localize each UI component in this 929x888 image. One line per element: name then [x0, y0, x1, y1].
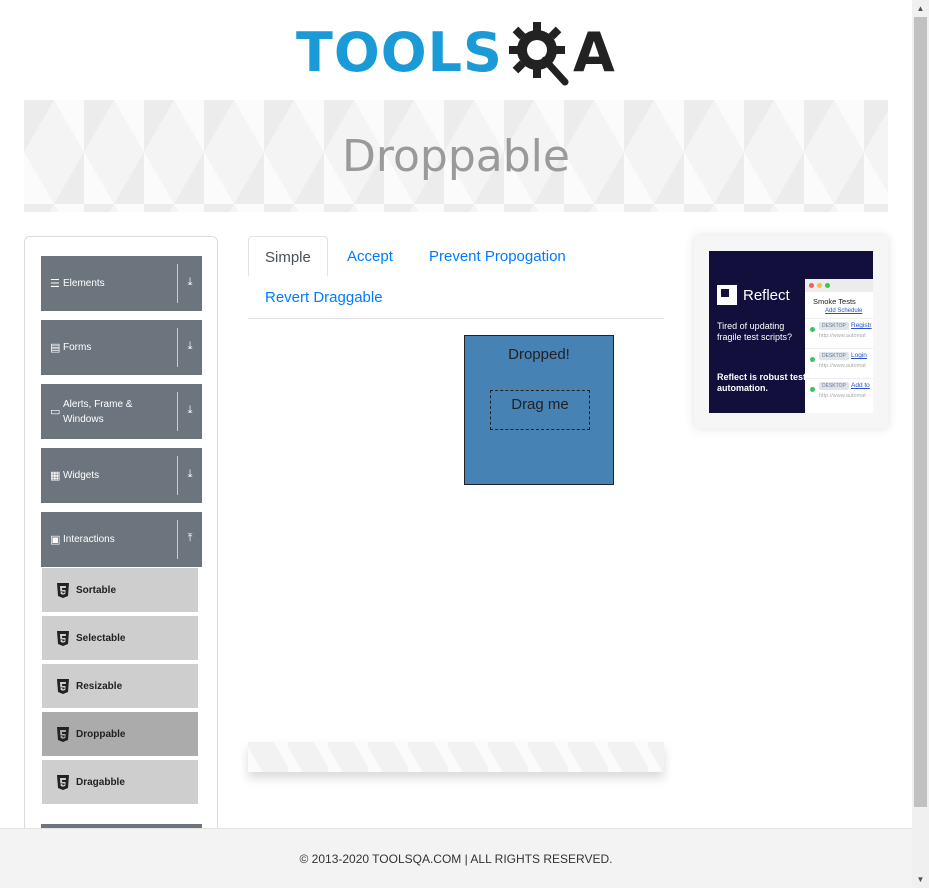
maximize-dot-icon	[825, 283, 830, 288]
ad-shot-title: Smoke Tests	[813, 297, 856, 306]
html5-icon	[57, 582, 69, 598]
sidebar-group-alerts[interactable]: ▭ Alerts, Frame & Windows ⤓	[41, 384, 202, 439]
ad-row-url: http://www.automat	[819, 333, 866, 339]
divider	[177, 328, 178, 367]
ad-row-tag: DESKTOP	[819, 382, 849, 390]
upload-arrow-icon: ⤒	[187, 532, 193, 544]
ad-row-url: http://www.automat	[819, 363, 866, 369]
divider	[177, 456, 178, 495]
sidebar-item-resizable[interactable]: Resizable	[42, 664, 198, 710]
tab-bar: Simple Accept Prevent Propogation Revert…	[248, 236, 664, 319]
html5-icon	[57, 726, 69, 742]
ad-row-name: Login	[851, 352, 867, 359]
status-dot-icon	[810, 327, 815, 332]
vertical-scrollbar[interactable]: ▲ ▼	[912, 0, 929, 888]
list-icon: ▣	[50, 534, 61, 546]
gear-magnifier-icon	[508, 22, 569, 86]
sidebar-group-label: Widgets	[63, 470, 100, 481]
sidebar-item-label: Sortable	[76, 584, 117, 596]
sidebar-item-dragabble[interactable]: Dragabble	[42, 760, 198, 806]
ad-row-tag: DESKTOP	[819, 322, 849, 330]
ad-row-url: http://www.automat	[819, 393, 866, 399]
tab-revert-draggable[interactable]: Revert Draggable	[249, 277, 399, 317]
status-dot-icon	[810, 387, 815, 392]
ad-row-tag: DESKTOP	[819, 352, 849, 360]
sidebar: ☰ Elements ⤓ ▤ Forms ⤓ ▭ Alerts, Frame &…	[24, 236, 218, 846]
scroll-down-arrow-icon[interactable]: ▼	[912, 871, 929, 888]
advertisement[interactable]: Reflect Tired of updating fragile test s…	[694, 236, 888, 428]
sidebar-item-label: Dragabble	[76, 776, 125, 788]
ad-brand-name: Reflect	[743, 286, 790, 304]
sidebar-item-sortable[interactable]: Sortable	[42, 568, 198, 614]
download-arrow-icon: ⤓	[187, 404, 193, 416]
divider	[177, 392, 178, 431]
html5-icon	[57, 630, 69, 646]
ad-brand: Reflect	[717, 285, 790, 305]
footer: © 2013-2020 TOOLSQA.COM | ALL RIGHTS RES…	[0, 828, 912, 888]
grid-icon: ▦	[50, 470, 61, 482]
sidebar-group-label: Interactions	[63, 534, 115, 545]
sidebar-group-widgets[interactable]: ▦ Widgets ⤓	[41, 448, 202, 503]
document-icon: ▤	[50, 342, 61, 354]
ad-row-name: Add to	[851, 382, 870, 389]
droppable-status: Dropped!	[508, 346, 570, 363]
divider	[177, 264, 178, 303]
ad-shot-row: DESKTOP Login http://www.automat	[805, 348, 873, 374]
minimize-dot-icon	[817, 283, 822, 288]
status-dot-icon	[810, 357, 815, 362]
sidebar-item-droppable[interactable]: Droppable	[42, 712, 198, 758]
sidebar-group-label: Alerts, Frame & Windows	[63, 398, 133, 425]
sidebar-group-label: Elements	[63, 278, 105, 289]
ad-text: Tired of updating fragile test scripts?	[717, 321, 793, 342]
page-title: Droppable	[342, 130, 570, 182]
sidebar-item-label: Selectable	[76, 632, 126, 644]
html5-icon	[57, 678, 69, 694]
sidebar-item-label: Droppable	[76, 728, 126, 740]
sidebar-item-label: Resizable	[76, 680, 123, 692]
close-dot-icon	[809, 283, 814, 288]
logo-text-a: A	[572, 21, 615, 84]
sidebar-group-label: Forms	[63, 342, 92, 353]
download-arrow-icon: ⤓	[187, 468, 193, 480]
scrollbar-thumb[interactable]	[914, 17, 927, 807]
tab-simple[interactable]: Simple	[248, 236, 328, 276]
page-banner: Droppable	[24, 100, 888, 212]
content-bottom-banner	[248, 742, 664, 772]
reflect-logo-icon	[717, 285, 737, 305]
download-arrow-icon: ⤓	[187, 276, 193, 288]
toolsqa-logo[interactable]: TOOLS A	[296, 14, 622, 92]
browser-bar	[805, 279, 873, 292]
html5-icon	[57, 774, 69, 790]
copyright-text: © 2013-2020 TOOLSQA.COM | ALL RIGHTS RES…	[299, 851, 613, 866]
ad-shot-row: DESKTOP Registr http://www.automat	[805, 318, 873, 344]
download-arrow-icon: ⤓	[187, 340, 193, 352]
sidebar-group-forms[interactable]: ▤ Forms ⤓	[41, 320, 202, 375]
tab-prevent-propogation[interactable]: Prevent Propogation	[413, 236, 582, 276]
ad-shot-row: DESKTOP Add to http://www.automat	[805, 378, 873, 404]
window-icon: ▭	[50, 406, 61, 418]
ad-image[interactable]: Reflect Tired of updating fragile test s…	[709, 251, 873, 413]
menu-icon: ☰	[50, 278, 60, 290]
sidebar-group-elements[interactable]: ☰ Elements ⤓	[41, 256, 202, 311]
sidebar-item-selectable[interactable]: Selectable	[42, 616, 198, 662]
logo-text-tools: TOOLS	[296, 21, 503, 84]
sidebar-group-interactions[interactable]: ▣ Interactions ⤒	[41, 512, 202, 567]
ad-text-bold: Reflect is robust test automation.	[717, 372, 807, 393]
tab-accept[interactable]: Accept	[331, 236, 409, 276]
ad-row-name: Registr	[851, 322, 872, 329]
divider	[177, 520, 178, 559]
scroll-up-arrow-icon[interactable]: ▲	[912, 0, 929, 17]
ad-shot-link: Add Schedule	[825, 308, 863, 314]
ad-screenshot: Smoke Tests Add Schedule DESKTOP Registr…	[805, 279, 873, 413]
draggable-box[interactable]: Drag me	[490, 390, 590, 430]
